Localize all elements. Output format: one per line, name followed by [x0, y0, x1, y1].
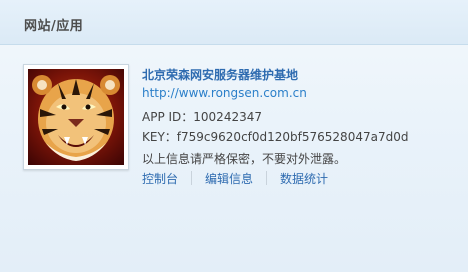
edit-info-link[interactable]: 编辑信息: [205, 170, 253, 187]
app-name-link[interactable]: 北京荣森网安服务器维护基地: [142, 66, 298, 83]
app-key-row: KEY：f759c9620cf0d120bf576528047a7d0d: [142, 128, 408, 145]
app-avatar[interactable]: [23, 64, 129, 170]
action-links: 控制台 编辑信息 数据统计: [142, 170, 328, 186]
divider: [266, 171, 268, 185]
console-link[interactable]: 控制台: [142, 170, 178, 187]
app-key-value: f759c9620cf0d120bf576528047a7d0d: [176, 130, 409, 144]
app-id-value: 100242347: [193, 110, 262, 124]
data-stats-link[interactable]: 数据统计: [280, 170, 328, 187]
page-header: 网站/应用: [0, 0, 468, 45]
tiger-icon: [28, 69, 124, 165]
app-url-link[interactable]: http://www.rongsen.com.cn: [142, 86, 307, 100]
app-id-label: APP ID：: [142, 110, 194, 124]
security-note: 以上信息请严格保密，不要对外泄露。: [142, 152, 347, 166]
app-key-label: KEY：: [142, 130, 177, 144]
page-title: 网站/应用: [24, 19, 84, 34]
tiger-illustration: [32, 75, 120, 161]
divider: [191, 171, 193, 185]
app-id-row: APP ID：100242347: [142, 108, 262, 125]
